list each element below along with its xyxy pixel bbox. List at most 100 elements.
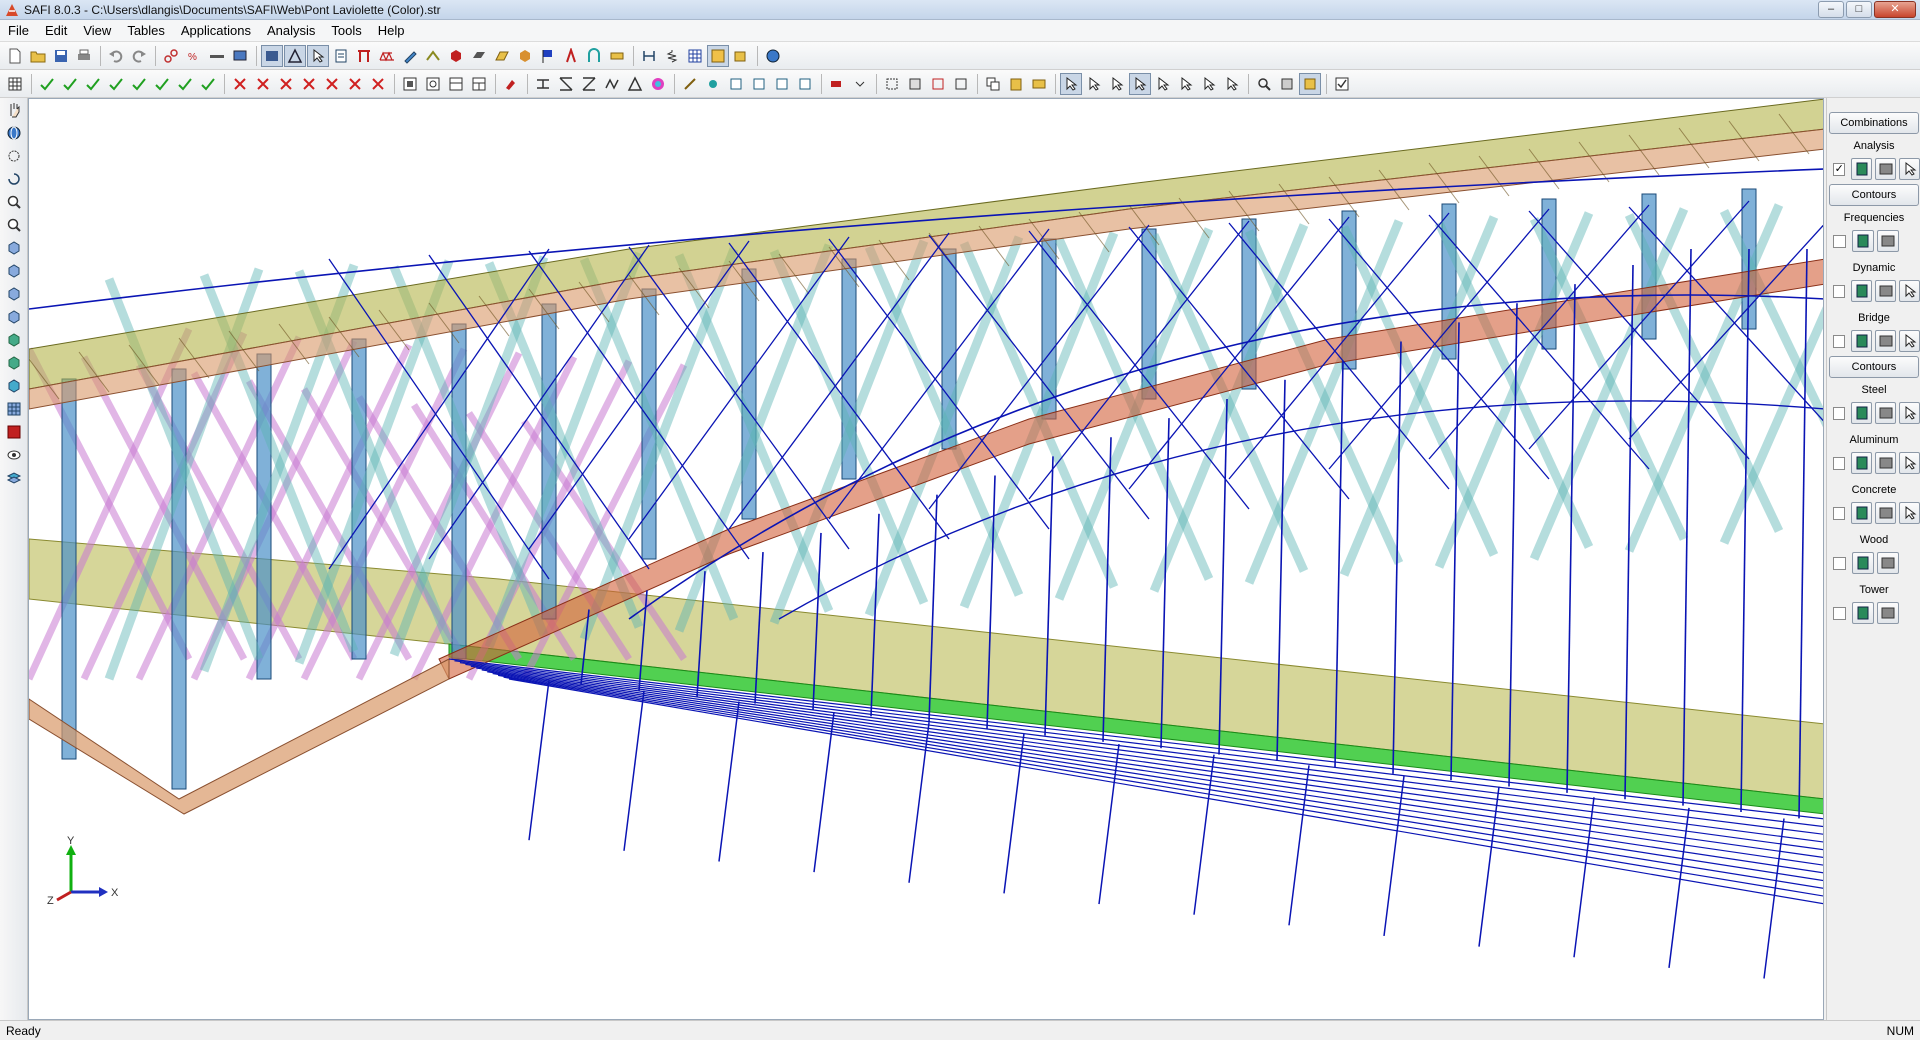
check-release-button[interactable] [151, 73, 173, 95]
check-member-button[interactable] [59, 73, 81, 95]
load-info-button[interactable] [794, 73, 816, 95]
solid-button[interactable] [445, 45, 467, 67]
delete-all-button[interactable] [367, 73, 389, 95]
bridge-result-button[interactable] [1899, 330, 1920, 352]
menu-tables[interactable]: Tables [119, 23, 173, 38]
arch-button[interactable] [583, 45, 605, 67]
shell-button[interactable] [491, 45, 513, 67]
zoom-select-button[interactable] [1253, 73, 1275, 95]
mesh-button[interactable] [707, 44, 729, 67]
dynamic-run-button[interactable] [1851, 280, 1873, 302]
box-button[interactable] [514, 45, 536, 67]
load-case-button[interactable] [826, 73, 848, 95]
beam-button[interactable] [206, 45, 228, 67]
dynamic-checkbox[interactable] [1833, 284, 1846, 298]
rotate-view-button[interactable] [2, 122, 26, 144]
tower-report-button[interactable] [1877, 602, 1899, 624]
bridge-contours-button[interactable]: Contours [1829, 356, 1919, 378]
contours-button[interactable]: Contours [1829, 184, 1919, 206]
pick-load-button[interactable] [1152, 73, 1174, 95]
invert-select-button[interactable] [950, 73, 972, 95]
maximize-button[interactable]: □ [1846, 1, 1872, 18]
bridge-checkbox[interactable] [1833, 334, 1846, 348]
select-all-button[interactable] [904, 73, 926, 95]
load-case-dropdown[interactable] [849, 73, 871, 95]
pick-release-button[interactable] [1175, 73, 1197, 95]
view-iso-button[interactable] [2, 306, 26, 328]
minimize-button[interactable]: – [1818, 1, 1844, 18]
visibility-button[interactable] [2, 444, 26, 466]
delete-member-button[interactable] [252, 73, 274, 95]
merge-button[interactable] [578, 73, 600, 95]
menu-analysis[interactable]: Analysis [259, 23, 323, 38]
material-table-button[interactable] [468, 73, 490, 95]
refresh-button[interactable] [422, 73, 444, 95]
redo-button[interactable] [128, 45, 150, 67]
concrete-run-button[interactable] [1851, 502, 1873, 524]
frequencies-report-button[interactable] [1877, 230, 1899, 252]
menu-applications[interactable]: Applications [173, 23, 259, 38]
concrete-checkbox[interactable] [1833, 506, 1846, 520]
aluminum-checkbox[interactable] [1833, 456, 1846, 470]
view-top-button[interactable] [2, 283, 26, 305]
menu-tools[interactable]: Tools [323, 23, 369, 38]
frame-button[interactable] [353, 45, 375, 67]
check-section-button[interactable] [174, 73, 196, 95]
member-button[interactable] [422, 45, 444, 67]
select-mode-button[interactable] [307, 44, 329, 67]
delete-load-button[interactable] [321, 73, 343, 95]
bridge-run-button[interactable] [1851, 330, 1873, 352]
pick-member-button[interactable] [1083, 73, 1105, 95]
hide-select-button[interactable] [1276, 73, 1298, 95]
section-table-button[interactable] [445, 73, 467, 95]
zoom-in-button[interactable] [2, 191, 26, 213]
bridge-report-button[interactable] [1875, 330, 1897, 352]
aluminum-result-button[interactable] [1899, 452, 1920, 474]
menu-help[interactable]: Help [370, 23, 413, 38]
menu-file[interactable]: File [0, 23, 37, 38]
analysis-run-button[interactable] [1851, 158, 1873, 180]
list-button[interactable] [330, 45, 352, 67]
check-support-button[interactable] [105, 73, 127, 95]
zoom-box-button[interactable] [730, 45, 752, 67]
delete-support-button[interactable] [298, 73, 320, 95]
check-plate-button[interactable] [82, 73, 104, 95]
check-material-button[interactable] [197, 73, 219, 95]
tower-button[interactable] [560, 45, 582, 67]
spring-button[interactable] [661, 45, 683, 67]
wood-run-button[interactable] [1852, 552, 1874, 574]
unselect-button[interactable] [927, 73, 949, 95]
delete-node-button[interactable] [229, 73, 251, 95]
menu-view[interactable]: View [75, 23, 119, 38]
menu-edit[interactable]: Edit [37, 23, 75, 38]
node-info-button[interactable] [702, 73, 724, 95]
link-button[interactable] [160, 45, 182, 67]
color-button[interactable] [647, 73, 669, 95]
table-button[interactable] [4, 73, 26, 95]
show-all-button[interactable] [1299, 72, 1321, 95]
view-bottom-button[interactable] [2, 352, 26, 374]
frequencies-checkbox[interactable] [1833, 234, 1846, 248]
validate-button[interactable] [1331, 73, 1353, 95]
print-button[interactable] [73, 45, 95, 67]
aluminum-run-button[interactable] [1851, 452, 1873, 474]
view-back-button[interactable] [2, 329, 26, 351]
pick-section-button[interactable] [1198, 73, 1220, 95]
clipping-button[interactable] [2, 421, 26, 443]
concrete-report-button[interactable] [1875, 502, 1897, 524]
paint-button[interactable] [500, 73, 522, 95]
rotate-button[interactable] [624, 73, 646, 95]
copy-button[interactable] [982, 73, 1004, 95]
grid-button[interactable] [684, 45, 706, 67]
spin-button[interactable] [2, 168, 26, 190]
render-mode-button[interactable] [261, 44, 283, 67]
dynamic-result-button[interactable] [1899, 280, 1920, 302]
save-button[interactable] [50, 45, 72, 67]
pick-node-button[interactable] [1060, 72, 1082, 95]
view-custom-button[interactable] [2, 375, 26, 397]
analysis-result-button[interactable] [1899, 158, 1920, 180]
concrete-result-button[interactable] [1899, 502, 1920, 524]
wireframe-button[interactable] [284, 44, 306, 67]
orbit-button[interactable] [2, 145, 26, 167]
load-button[interactable] [606, 45, 628, 67]
